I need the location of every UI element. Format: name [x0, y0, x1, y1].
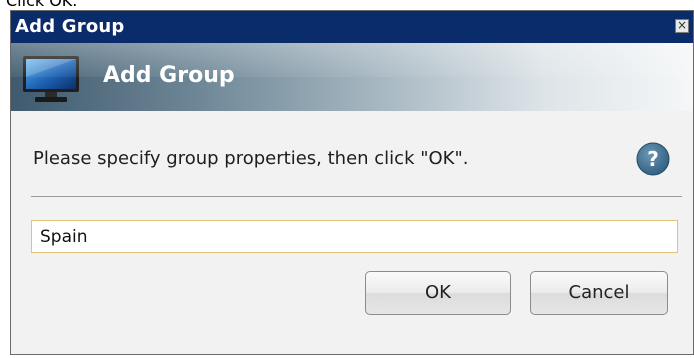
dialog-banner: Add Group: [11, 43, 693, 111]
ok-button[interactable]: OK: [365, 271, 511, 315]
help-glyph: ?: [647, 147, 659, 171]
monitor-icon: [23, 56, 79, 102]
group-name-input[interactable]: [31, 220, 678, 253]
instruction-text: Please specify group properties, then cl…: [33, 148, 469, 169]
divider: [31, 196, 682, 197]
dialog-title: Add Group: [15, 16, 125, 37]
title-bar: Add Group ×: [11, 11, 693, 43]
close-button[interactable]: ×: [675, 19, 689, 33]
close-icon: ×: [676, 18, 688, 32]
help-icon[interactable]: ?: [636, 142, 670, 176]
cancel-button[interactable]: Cancel: [530, 271, 668, 315]
instruction-caption: Click OK.: [6, 0, 78, 10]
banner-title: Add Group: [103, 63, 235, 88]
add-group-dialog: Add Group × Add Group Please specify gro…: [10, 10, 694, 355]
